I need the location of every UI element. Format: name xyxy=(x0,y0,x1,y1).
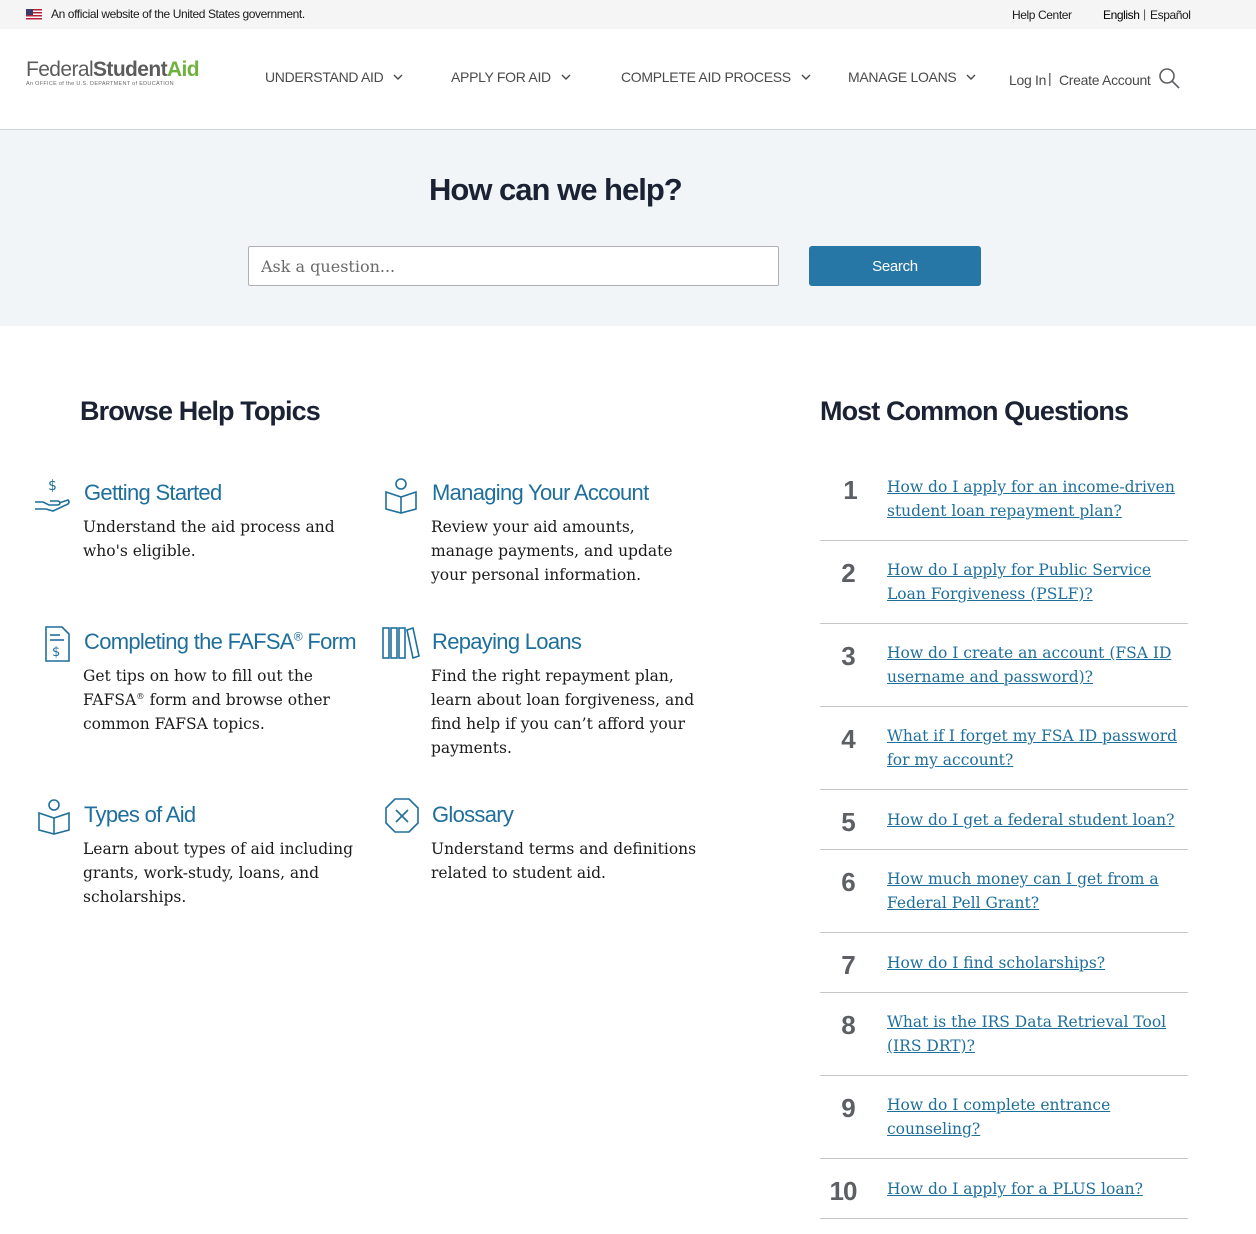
chevron-down-icon xyxy=(393,74,403,80)
list-item: 6 How much money can I get from a Federa… xyxy=(820,850,1188,933)
lang-separator: | xyxy=(1143,7,1147,21)
list-item: 3 How do I create an account (FSA ID use… xyxy=(820,624,1188,707)
nav-complete-aid-process-label: COMPLETE AID PROCESS xyxy=(621,69,791,85)
search-icon[interactable] xyxy=(1158,67,1180,89)
list-item: 8 What is the IRS Data Retrieval Tool (I… xyxy=(820,993,1188,1076)
question-link[interactable]: How do I apply for an income-driven stud… xyxy=(887,475,1187,523)
list-item: 7 How do I find scholarships? xyxy=(820,933,1188,993)
question-number: 7 xyxy=(841,950,855,980)
question-number: 6 xyxy=(841,867,855,897)
list-item: 1 How do I apply for an income-driven st… xyxy=(820,458,1188,541)
question-number: 3 xyxy=(841,641,855,671)
chevron-down-icon xyxy=(966,74,976,80)
topic-types-of-aid-desc: Learn about types of aid including grant… xyxy=(83,840,354,906)
help-center-link[interactable]: Help Center xyxy=(1012,8,1072,22)
topic-repaying-loans-desc: Find the right repayment plan, learn abo… xyxy=(431,667,695,757)
question-number: 8 xyxy=(841,1010,855,1040)
question-number: 2 xyxy=(841,558,855,588)
list-item: 9 How do I complete entrance counseling? xyxy=(820,1076,1188,1159)
topic-completing-fafsa-desc: Get tips on how to fill out the FAFSA® f… xyxy=(83,667,330,733)
question-link[interactable]: How do I find scholarships? xyxy=(887,951,1187,975)
site-header: FederalStudentAid An OFFICE of the U.S. … xyxy=(0,29,1256,130)
gov-banner-text: An official website of the United States… xyxy=(51,7,305,21)
svg-text:$: $ xyxy=(52,645,60,660)
logo-federal: Federal xyxy=(26,58,94,81)
question-link[interactable]: How do I apply for a PLUS loan? xyxy=(887,1177,1187,1201)
question-number: 9 xyxy=(841,1093,855,1123)
nav-complete-aid-process[interactable]: COMPLETE AID PROCESS xyxy=(621,69,811,85)
hero-title: How can we help? xyxy=(429,172,683,207)
question-link[interactable]: How do I get a federal student loan? xyxy=(887,808,1187,832)
book-user-icon xyxy=(38,799,70,835)
browse-topics-title: Browse Help Topics xyxy=(80,396,321,426)
lang-espanol-link[interactable]: Español xyxy=(1150,8,1191,22)
topic-repaying-loans[interactable]: Repaying Loans xyxy=(432,629,582,655)
question-link[interactable]: What is the IRS Data Retrieval Tool (IRS… xyxy=(887,1010,1187,1058)
topic-glossary[interactable]: Glossary xyxy=(432,802,514,828)
question-number: 4 xyxy=(841,724,855,754)
fsa-logo[interactable]: FederalStudentAid An OFFICE of the U.S. … xyxy=(26,59,221,99)
list-item: 2 How do I apply for Public Service Loan… xyxy=(820,541,1188,624)
help-hero: How can we help? Search xyxy=(0,130,1256,326)
search-button[interactable]: Search xyxy=(809,246,981,286)
chevron-down-icon xyxy=(801,74,811,80)
common-questions-list: 1 How do I apply for an income-driven st… xyxy=(820,458,1188,1219)
question-link[interactable]: How do I apply for Public Service Loan F… xyxy=(887,558,1187,606)
glossary-octagon-x-icon xyxy=(385,798,419,833)
question-link[interactable]: How do I complete entrance counseling? xyxy=(887,1093,1187,1141)
search-input[interactable] xyxy=(248,246,779,286)
logo-aid: Aid xyxy=(166,58,200,81)
topic-managing-account[interactable]: Managing Your Account xyxy=(432,480,649,506)
question-link[interactable]: How do I create an account (FSA ID usern… xyxy=(887,641,1187,689)
nav-understand-aid[interactable]: UNDERSTAND AID xyxy=(265,69,403,85)
question-link[interactable]: What if I forget my FSA ID password for … xyxy=(887,724,1187,772)
common-questions-title: Most Common Questions xyxy=(820,396,1129,426)
question-number: 10 xyxy=(829,1176,858,1206)
topic-types-of-aid[interactable]: Types of Aid xyxy=(84,802,196,828)
svg-text:$: $ xyxy=(48,478,57,494)
nav-manage-loans-label: MANAGE LOANS xyxy=(848,69,957,85)
topic-completing-fafsa[interactable]: Completing the FAFSA® Form xyxy=(84,629,357,655)
chevron-down-icon xyxy=(561,74,571,80)
create-account-link[interactable]: Create Account xyxy=(1059,72,1151,88)
topic-managing-account-desc: Review your aid amounts, manage payments… xyxy=(431,518,673,584)
nav-apply-for-aid-label: APPLY FOR AID xyxy=(451,69,551,85)
document-dollar-icon: $ xyxy=(45,626,70,662)
hand-dollar-icon: $ xyxy=(35,478,70,512)
logo-student: Student xyxy=(93,58,168,81)
books-icon xyxy=(382,626,420,660)
nav-understand-aid-label: UNDERSTAND AID xyxy=(265,69,384,85)
topic-glossary-desc: Understand terms and definitions related… xyxy=(431,840,697,882)
topic-getting-started-desc: Understand the aid process and who's eli… xyxy=(83,518,335,560)
lang-english-link[interactable]: English xyxy=(1103,8,1140,22)
list-item: 5 How do I get a federal student loan? xyxy=(820,790,1188,850)
question-link[interactable]: How much money can I get from a Federal … xyxy=(887,867,1187,915)
question-number: 5 xyxy=(841,807,855,837)
question-number: 1 xyxy=(843,475,857,505)
login-link[interactable]: Log In xyxy=(1009,72,1046,88)
logo-subtitle: An OFFICE of the U.S. DEPARTMENT of EDUC… xyxy=(26,81,174,87)
list-item: 4 What if I forget my FSA ID password fo… xyxy=(820,707,1188,790)
list-item: 10 How do I apply for a PLUS loan? xyxy=(820,1159,1188,1219)
topic-getting-started[interactable]: Getting Started xyxy=(84,480,222,506)
account-separator: | xyxy=(1048,70,1052,86)
nav-apply-for-aid[interactable]: APPLY FOR AID xyxy=(451,69,571,85)
gov-banner: An official website of the United States… xyxy=(0,0,1256,29)
book-user-icon xyxy=(385,478,417,514)
us-flag-icon xyxy=(26,9,42,20)
nav-manage-loans[interactable]: MANAGE LOANS xyxy=(848,69,976,85)
